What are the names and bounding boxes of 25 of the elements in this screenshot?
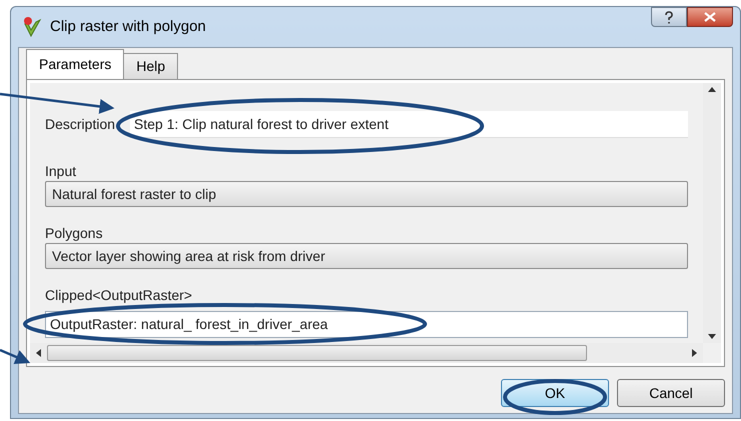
close-icon: [704, 12, 716, 22]
scroll-down-icon: [708, 334, 716, 339]
scroll-left-icon: [36, 349, 41, 357]
field-label: Polygons: [45, 224, 104, 243]
field-label: Input: [45, 162, 78, 181]
scroll-up-icon: [708, 87, 716, 92]
field-label: Clipped<OutputRaster>: [45, 286, 194, 305]
horizontal-scrollbar[interactable]: [30, 343, 703, 363]
scroll-right-icon: [692, 349, 697, 357]
field-label: Description: [45, 115, 116, 134]
window-title: Clip raster with polygon: [50, 16, 206, 37]
close-button[interactable]: [687, 7, 733, 27]
vertical-scrollbar[interactable]: [703, 83, 721, 343]
tab[interactable]: Parameters: [26, 49, 124, 79]
help-button[interactable]: [651, 7, 687, 27]
description-field[interactable]: Step 1: Clip natural forest to driver extent: [130, 111, 688, 138]
output-field[interactable]: OutputRaster: natural_ forest_in_driver_area: [45, 311, 688, 338]
scroll-thumb[interactable]: [47, 345, 587, 361]
layer-dropdown[interactable]: Natural forest raster to clip: [45, 181, 688, 207]
dialog-button[interactable]: Cancel: [617, 379, 725, 407]
question-icon: [664, 10, 674, 24]
app-icon: [22, 16, 42, 38]
tab[interactable]: Help: [124, 53, 178, 79]
pointer-arrow: [0, 348, 30, 364]
layer-dropdown[interactable]: Vector layer showing area at risk from driver: [45, 243, 688, 269]
